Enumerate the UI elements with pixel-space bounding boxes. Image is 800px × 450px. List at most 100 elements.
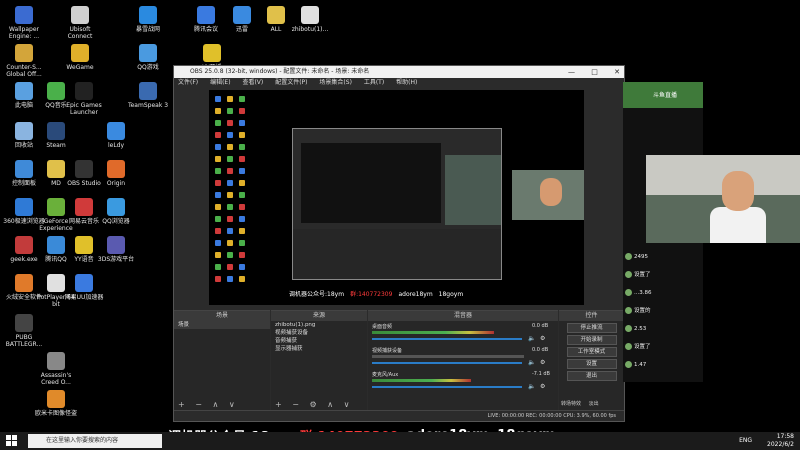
mixer-volume-slider[interactable] bbox=[372, 362, 522, 364]
app-icon bbox=[75, 236, 93, 254]
speaker-icon[interactable]: 🔈 bbox=[528, 383, 535, 390]
desktop-icon[interactable]: 暴雪战网 bbox=[128, 6, 168, 33]
desktop-icon-label: WeGame bbox=[66, 64, 94, 71]
menu-view[interactable]: 查看(V) bbox=[242, 79, 263, 86]
nested-obs-preview bbox=[292, 128, 502, 280]
chat-header: 斗鱼直播 bbox=[623, 82, 703, 108]
taskbar-search-input[interactable]: 在这里输入你要搜索的内容 bbox=[28, 434, 162, 448]
scene-item[interactable]: 场景 bbox=[174, 321, 270, 329]
desktop-icon[interactable]: zhibotu(1)... bbox=[290, 6, 330, 33]
desktop-icon-label: Epic Games Launcher bbox=[66, 102, 102, 116]
app-icon bbox=[203, 44, 221, 62]
desktop-icon[interactable]: PUBG BATTLEGR... bbox=[4, 314, 44, 348]
nested-screen bbox=[301, 143, 441, 223]
desktop-icon[interactable]: leLdy bbox=[96, 122, 136, 149]
obs-window[interactable]: OBS 25.0.8 (32-bit, windows) - 配置文件: 未命名… bbox=[173, 65, 625, 422]
close-icon[interactable]: ✕ bbox=[614, 68, 620, 76]
source-item[interactable]: zhibotu(1).png bbox=[271, 321, 367, 329]
desktop-icon[interactable]: Assassin's Creed O... bbox=[36, 352, 76, 386]
start-recording-button[interactable]: 开始录制 bbox=[566, 335, 617, 345]
transition-select[interactable]: 淡出 bbox=[589, 401, 599, 407]
app-icon bbox=[15, 314, 33, 332]
desktop-icon[interactable]: QQ游戏 bbox=[128, 44, 168, 71]
preview-desktop-icon bbox=[227, 96, 233, 102]
menu-scene-collection[interactable]: 场景集合(S) bbox=[319, 79, 352, 86]
obs-preview[interactable]: 调机器公众号:18ym 群:140772309 adore18ym 18goym bbox=[209, 90, 584, 305]
app-icon bbox=[233, 6, 251, 24]
mixer-channel-db: 0.0 dB bbox=[532, 347, 549, 353]
desktop-icon-label: TeamSpeak 3 bbox=[127, 102, 169, 109]
obs-title-bar[interactable]: OBS 25.0.8 (32-bit, windows) - 配置文件: 未命名… bbox=[174, 66, 624, 78]
menu-tools[interactable]: 工具(T) bbox=[364, 79, 384, 86]
mixer-volume-slider[interactable] bbox=[372, 386, 522, 388]
system-clock[interactable]: 17:58 2022/6/2 bbox=[767, 433, 794, 449]
studio-mode-button[interactable]: 工作室模式 bbox=[566, 347, 617, 357]
app-icon bbox=[75, 274, 93, 292]
preview-desktop-icon bbox=[239, 132, 245, 138]
preview-desktop-icon bbox=[239, 108, 245, 114]
preview-desktop-icon bbox=[227, 192, 233, 198]
preview-banner-item: adore18ym bbox=[398, 291, 433, 298]
app-icon bbox=[75, 160, 93, 178]
preview-banner-item: 18goym bbox=[438, 291, 464, 298]
preview-desktop-icon bbox=[215, 216, 221, 222]
avatar bbox=[625, 325, 632, 332]
exit-button[interactable]: 退出 bbox=[566, 371, 617, 381]
minimize-icon[interactable]: — bbox=[568, 68, 575, 76]
preview-desktop-icon bbox=[239, 252, 245, 258]
preview-desktop-icon bbox=[227, 132, 233, 138]
app-icon bbox=[15, 160, 33, 178]
menu-file[interactable]: 文件(F) bbox=[178, 79, 198, 86]
menu-edit[interactable]: 编辑(E) bbox=[210, 79, 230, 86]
desktop-icon[interactable]: Origin bbox=[96, 160, 136, 187]
mixer-volume-slider[interactable] bbox=[372, 338, 522, 340]
preview-desktop-icon bbox=[227, 156, 233, 162]
preview-desktop-icon bbox=[215, 192, 221, 198]
desktop-icon[interactable]: QQ浏览器 bbox=[96, 198, 136, 225]
preview-desktop-icon bbox=[227, 216, 233, 222]
transition-label: 转场特效 bbox=[561, 401, 582, 407]
preview-desktop-icon bbox=[215, 156, 221, 162]
menu-help[interactable]: 帮助(H) bbox=[396, 79, 417, 86]
speaker-icon[interactable]: 🔈 bbox=[528, 359, 535, 366]
app-icon bbox=[139, 44, 157, 62]
chat-message-text: 设置了 bbox=[634, 344, 651, 350]
source-item[interactable]: 显示器捕获 bbox=[271, 345, 367, 353]
desktop-icon-label: QQ浏览器 bbox=[102, 218, 130, 225]
clock-time: 17:58 bbox=[776, 433, 794, 440]
language-indicator[interactable]: ENG bbox=[739, 437, 752, 444]
gear-icon[interactable]: ⚙ bbox=[540, 383, 545, 390]
desktop-icon[interactable]: 欧米卡图像怪盗 bbox=[35, 390, 77, 417]
stop-streaming-button[interactable]: 停止推流 bbox=[566, 323, 617, 333]
maximize-icon[interactable]: □ bbox=[591, 68, 598, 76]
gear-icon[interactable]: ⚙ bbox=[540, 359, 545, 366]
mixer-channel-label: 视频捕获设备 bbox=[372, 348, 403, 354]
source-controls[interactable]: + − ⚙ ∧ ∨ bbox=[275, 400, 353, 409]
desktop-icon[interactable]: TeamSpeak 3 bbox=[128, 82, 168, 109]
gear-icon[interactable]: ⚙ bbox=[540, 335, 545, 342]
settings-button[interactable]: 设置 bbox=[566, 359, 617, 369]
preview-banner-item: 群:140772309 bbox=[350, 291, 393, 298]
desktop-icon[interactable]: 网易UU加速器 bbox=[64, 274, 104, 301]
preview-desktop-icon bbox=[239, 276, 245, 282]
desktop-icon[interactable]: Wallpaper Engine: ... bbox=[4, 6, 44, 40]
desktop-icon[interactable]: Counter-S... Global Off... bbox=[4, 44, 44, 78]
source-item[interactable]: 视频捕获设备 bbox=[271, 329, 367, 337]
desktop-icon-label: Origin bbox=[106, 180, 126, 187]
desktop-icon[interactable]: 3DS游戏平台 bbox=[96, 236, 136, 263]
preview-desktop-icon bbox=[239, 156, 245, 162]
preview-desktop-icon bbox=[227, 144, 233, 150]
source-item[interactable]: 音频捕获 bbox=[271, 337, 367, 345]
desktop-icon[interactable]: WeGame bbox=[60, 44, 100, 71]
speaker-icon[interactable]: 🔈 bbox=[528, 335, 535, 342]
desktop-icon[interactable]: Epic Games Launcher bbox=[64, 82, 104, 116]
desktop-icon[interactable]: Steam bbox=[36, 122, 76, 149]
menu-profile[interactable]: 配置文件(P) bbox=[275, 79, 307, 86]
app-icon bbox=[47, 82, 65, 100]
windows-start-icon[interactable] bbox=[6, 435, 18, 447]
obs-menubar: 文件(F) 编辑(E) 查看(V) 配置文件(P) 场景集合(S) 工具(T) … bbox=[174, 78, 624, 88]
preview-desktop-icon bbox=[239, 204, 245, 210]
desktop-icon[interactable]: Ubisoft Connect bbox=[60, 6, 100, 40]
obs-status-bar: LIVE: 00:00:00 REC: 00:00:00 CPU: 3.9%, … bbox=[174, 410, 624, 421]
scene-controls[interactable]: + − ∧ ∨ bbox=[178, 400, 239, 409]
